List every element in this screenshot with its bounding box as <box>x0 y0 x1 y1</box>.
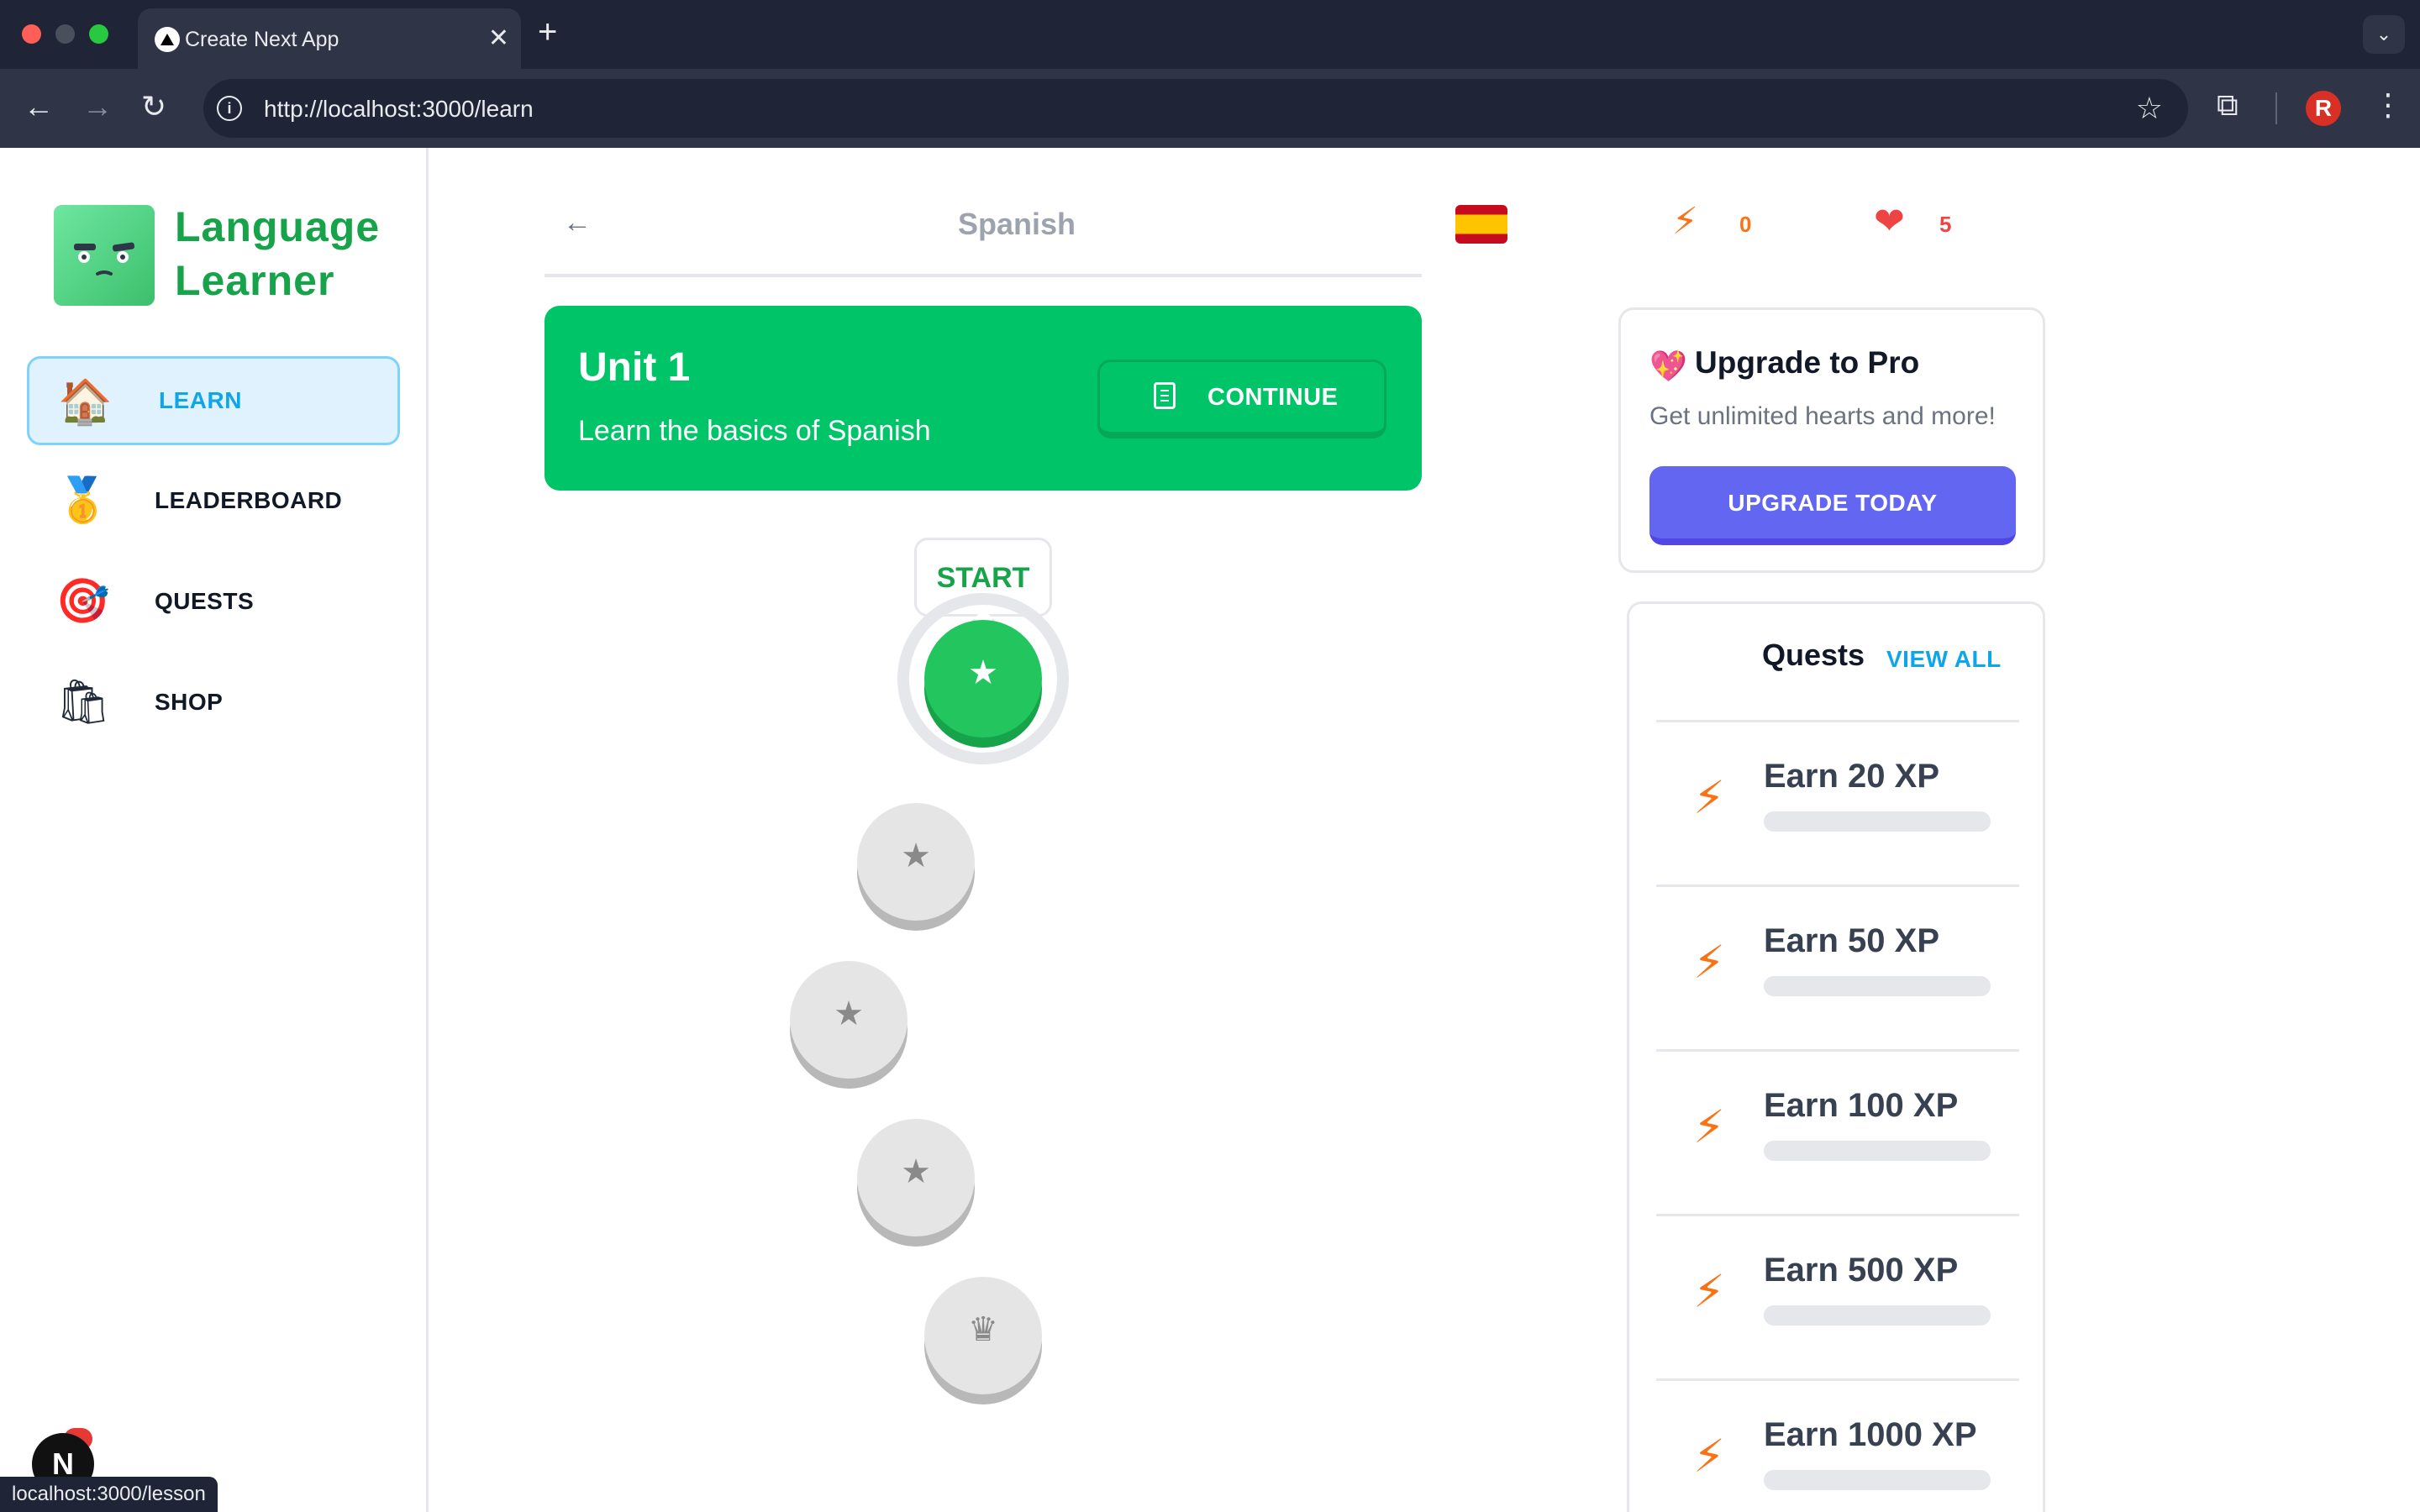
quest-item: ⚡ Earn 1000 XP <box>1656 1378 2019 1512</box>
quest-label: Earn 500 XP <box>1764 1252 1959 1289</box>
continue-button[interactable]: CONTINUE <box>1097 360 1386 438</box>
quest-item: ⚡ Earn 500 XP <box>1656 1214 2019 1378</box>
browser-toolbar: ← → ↻ i http://localhost:3000/learn ☆ ⧉ … <box>0 69 2420 148</box>
upgrade-button-label: UPGRADE TODAY <box>1728 490 1938 516</box>
sidebar-item-label: QUESTS <box>155 588 255 614</box>
sidebar: Language Learner 🏠 LEARN 🥇 LEADERBOARD 🎯… <box>0 148 429 1512</box>
quest-label: Earn 1000 XP <box>1764 1416 1977 1453</box>
sidebar-item-learn[interactable]: 🏠 LEARN <box>27 356 400 445</box>
lightning-bolt-icon: ⚡ <box>1693 937 1725 988</box>
new-tab-icon[interactable]: + <box>538 13 557 51</box>
crown-icon: ♛ <box>968 1311 998 1348</box>
bookmark-star-icon[interactable]: ☆ <box>2136 91 2163 126</box>
lesson-node-locked[interactable]: ★ <box>790 961 908 1079</box>
lesson-node-locked[interactable]: ★ <box>857 803 975 921</box>
upgrade-today-button[interactable]: UPGRADE TODAY <box>1649 466 2016 545</box>
quest-item: ⚡ Earn 20 XP <box>1656 720 2019 885</box>
back-icon[interactable]: ← <box>24 89 54 124</box>
site-info-icon[interactable]: i <box>217 96 242 121</box>
url-text[interactable]: http://localhost:3000/learn <box>264 96 534 123</box>
unit-title: Unit 1 <box>578 345 691 390</box>
header-divider <box>544 274 1422 277</box>
status-bar-url: localhost:3000/lesson <box>0 1477 218 1512</box>
browser-menu-icon[interactable]: ⋮ <box>2373 87 2403 123</box>
lightning-bolt-icon: ⚡ <box>1693 1267 1725 1317</box>
heart-icon: 💖 <box>1649 349 1687 383</box>
sidebar-item-label: LEADERBOARD <box>155 487 343 513</box>
start-label: START <box>936 562 1030 594</box>
sidebar-item-leaderboard[interactable]: 🥇 LEADERBOARD <box>27 457 400 546</box>
tab-close-icon[interactable]: ✕ <box>488 24 509 53</box>
lightning-bolt-icon: ⚡ <box>1672 201 1698 242</box>
browser-tab-bar: Create Next App ✕ + ⌄ <box>0 0 2420 69</box>
profile-avatar[interactable]: R <box>2306 91 2341 126</box>
unit-description: Learn the basics of Spanish <box>578 415 931 447</box>
browser-tab[interactable]: Create Next App ✕ <box>138 8 521 69</box>
app-logo[interactable] <box>54 205 155 306</box>
star-icon: ★ <box>901 1153 931 1190</box>
tab-search-icon[interactable]: ⌄ <box>2363 15 2405 54</box>
quest-progress-bar <box>1764 1305 1991 1326</box>
unit-banner: Unit 1 Learn the basics of Spanish CONTI… <box>544 306 1422 491</box>
target-icon: 🎯 <box>55 577 110 626</box>
sidebar-item-quests[interactable]: 🎯 QUESTS <box>27 558 400 647</box>
quest-item: ⚡ Earn 100 XP <box>1656 1049 2019 1214</box>
star-icon: ★ <box>834 995 864 1032</box>
toolbar-divider <box>2275 92 2277 124</box>
spain-flag-icon[interactable] <box>1455 205 1507 244</box>
continue-button-label: CONTINUE <box>1207 384 1339 411</box>
brand-name[interactable]: Language Learner <box>175 200 380 307</box>
lightning-bolt-icon: ⚡ <box>1693 773 1725 823</box>
upgrade-card: 💖 Upgrade to Pro Get unlimited hearts an… <box>1618 307 2045 573</box>
quest-progress-bar <box>1764 1470 1991 1490</box>
heart-icon: ❤ <box>1874 201 1905 242</box>
address-bar[interactable]: i http://localhost:3000/learn ☆ <box>203 79 2188 138</box>
back-to-courses-icon[interactable]: ← <box>563 207 592 239</box>
quest-progress-bar <box>1764 1141 1991 1161</box>
reload-icon[interactable]: ↻ <box>141 89 166 124</box>
quests-card: Quests VIEW ALL ⚡ Earn 20 XP ⚡ Earn 50 X… <box>1627 601 2045 1512</box>
house-icon: 🏠 <box>58 378 113 427</box>
notebook-icon <box>1154 382 1176 409</box>
sidebar-item-shop[interactable]: 🛍 SHOP <box>27 659 400 748</box>
tab-title: Create Next App <box>185 28 339 51</box>
upgrade-description: Get unlimited hearts and more! <box>1649 402 1996 430</box>
shopping-bag-icon: 🛍 <box>55 678 112 727</box>
quest-progress-bar <box>1764 976 1991 996</box>
sidebar-item-label: SHOP <box>155 689 224 715</box>
quest-label: Earn 100 XP <box>1764 1087 1959 1124</box>
lesson-node-locked[interactable]: ★ <box>857 1119 975 1236</box>
brand-line-2: Learner <box>175 257 335 304</box>
quest-label: Earn 50 XP <box>1764 922 1940 959</box>
quest-progress-bar <box>1764 811 1991 832</box>
quests-title: Quests <box>1762 638 1865 672</box>
sidebar-item-label: LEARN <box>159 387 242 413</box>
star-icon: ★ <box>968 654 998 691</box>
quest-item: ⚡ Earn 50 XP <box>1656 885 2019 1049</box>
forward-icon[interactable]: → <box>82 89 113 124</box>
medal-icon: 🥇 <box>55 476 110 525</box>
lesson-node-current[interactable]: ★ <box>924 620 1042 738</box>
extensions-icon[interactable]: ⧉ <box>2217 87 2238 123</box>
window-minimize-button[interactable] <box>55 24 75 44</box>
star-icon: ★ <box>901 837 931 874</box>
quest-label: Earn 20 XP <box>1764 758 1940 795</box>
lightning-bolt-icon: ⚡ <box>1693 1431 1725 1482</box>
nextjs-favicon-icon <box>155 27 180 52</box>
hearts-count[interactable]: 5 <box>1939 212 1951 238</box>
points-count[interactable]: 0 <box>1739 212 1751 238</box>
lightning-bolt-icon: ⚡ <box>1693 1102 1725 1152</box>
brand-line-1: Language <box>175 203 381 250</box>
window-close-button[interactable] <box>22 24 41 44</box>
lesson-node-locked-final[interactable]: ♛ <box>924 1277 1042 1394</box>
course-title: Spanish <box>958 207 1076 241</box>
upgrade-title: Upgrade to Pro <box>1695 345 1920 380</box>
window-maximize-button[interactable] <box>89 24 108 44</box>
view-all-link[interactable]: VIEW ALL <box>1886 646 2002 673</box>
